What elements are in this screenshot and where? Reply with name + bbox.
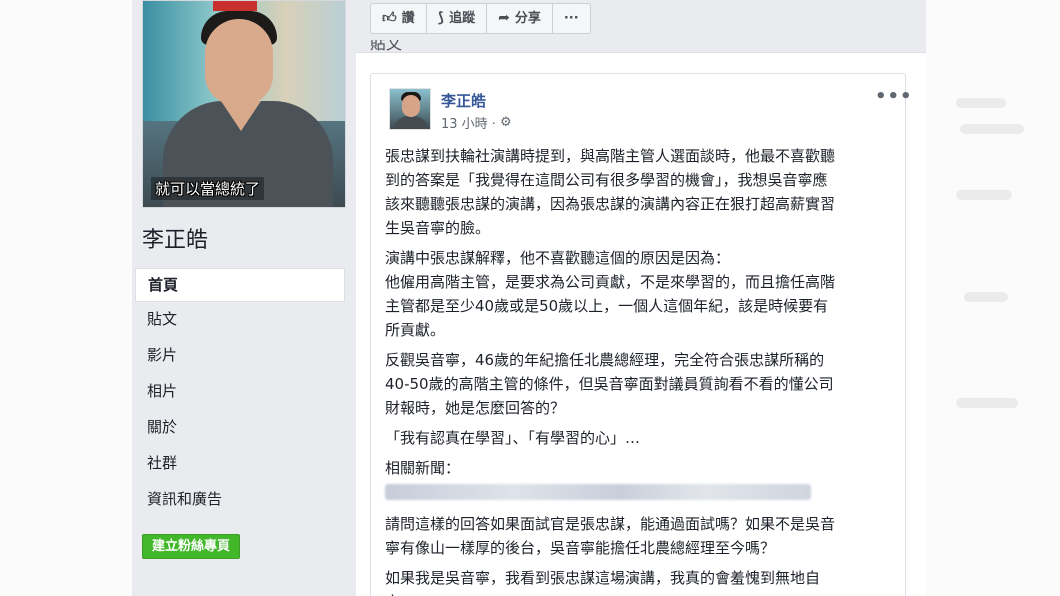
- nav-item-videos[interactable]: 影片: [135, 338, 345, 374]
- like-label: 讚: [401, 11, 415, 26]
- post-paragraph: 反觀吳音寧，46歲的年紀擔任北農總經理，完全符合張忠謀所稱的 40-50歲的高階…: [385, 351, 834, 417]
- page-title[interactable]: 李正皓: [142, 222, 208, 254]
- post-more-button[interactable]: •••: [875, 86, 913, 107]
- post-timestamp[interactable]: 13 小時 ·: [441, 113, 496, 132]
- post-paragraph: 如果我是吳音寧，我看到張忠謀這場演講，我真的會羞愧到無地自 容。: [385, 569, 821, 596]
- create-page-button[interactable]: 建立粉絲專頁: [142, 534, 241, 559]
- main-column: 👍︎ 讚 ⟆ 追蹤 ➦ 分享 ··· 貼文 李正皓 13 小時 · ⚙ •••: [356, 0, 926, 596]
- left-blurred-margin: [0, 0, 132, 596]
- page-action-bar: 👍︎ 讚 ⟆ 追蹤 ➦ 分享 ···: [370, 3, 591, 34]
- thumbs-up-icon: 👍︎: [382, 10, 397, 26]
- nav-item-posts[interactable]: 貼文: [135, 302, 345, 338]
- gear-icon: ⚙: [499, 115, 512, 130]
- more-dots-icon: ···: [563, 11, 579, 26]
- profile-photo[interactable]: 就可以當總統了: [142, 0, 346, 208]
- share-button[interactable]: ➦ 分享: [487, 4, 553, 33]
- share-arrow-icon: ➦: [498, 10, 510, 26]
- post-author[interactable]: 李正皓: [441, 90, 486, 111]
- follow-label: 追蹤: [449, 11, 476, 26]
- nav-item-info-ads[interactable]: 資訊和廣告: [135, 482, 345, 518]
- post-body: 張忠謀到扶輪社演講時提到，與高階主管人選面談時，他最不喜歡聽 到的答案是「我覺得…: [385, 144, 891, 596]
- post-paragraph: 相關新聞：: [385, 459, 461, 477]
- nav-item-about[interactable]: 關於: [135, 410, 345, 446]
- post-paragraph: 演講中張忠謀解釋，他不喜歡聽這個的原因是因為： 他僱用高階主管，是要求為公司貢獻…: [385, 249, 836, 339]
- follow-button[interactable]: ⟆ 追蹤: [427, 4, 488, 33]
- post-meta: 13 小時 · ⚙: [441, 113, 512, 132]
- post-card: 李正皓 13 小時 · ⚙ ••• 張忠謀到扶輪社演講時提到，與高階主管人選面談…: [370, 73, 912, 596]
- page-sidebar: 就可以當總統了 李正皓 首頁 貼文 影片 相片 關於 社群 資訊和廣告 建立粉絲…: [132, 0, 356, 596]
- rss-follow-icon: ⟆: [437, 10, 445, 26]
- author-avatar[interactable]: [389, 88, 431, 130]
- share-label: 分享: [514, 11, 541, 26]
- post-paragraph: 「我有認真在學習」、「有學習的心」…: [385, 429, 641, 447]
- right-blurred-margin: [926, 0, 1060, 596]
- post-paragraph: 請問這樣的回答如果面試官是張忠謀，能通過面試嗎？如果不是吳音 寧有像山一樣厚的後…: [385, 515, 836, 557]
- page-nav: 首頁 貼文 影片 相片 關於 社群 資訊和廣告: [135, 268, 345, 518]
- section-label-posts: 貼文: [370, 40, 403, 52]
- nav-item-photos[interactable]: 相片: [135, 374, 345, 410]
- nav-item-home[interactable]: 首頁: [135, 268, 345, 302]
- post-paragraph: 張忠謀到扶輪社演講時提到，與高階主管人選面談時，他最不喜歡聽 到的答案是「我覺得…: [385, 147, 836, 237]
- related-news-link[interactable]: [385, 484, 811, 500]
- like-button[interactable]: 👍︎ 讚: [371, 4, 427, 33]
- nav-item-community[interactable]: 社群: [135, 446, 345, 482]
- photo-caption: 就可以當總統了: [151, 177, 265, 200]
- more-options-button[interactable]: ···: [553, 4, 590, 33]
